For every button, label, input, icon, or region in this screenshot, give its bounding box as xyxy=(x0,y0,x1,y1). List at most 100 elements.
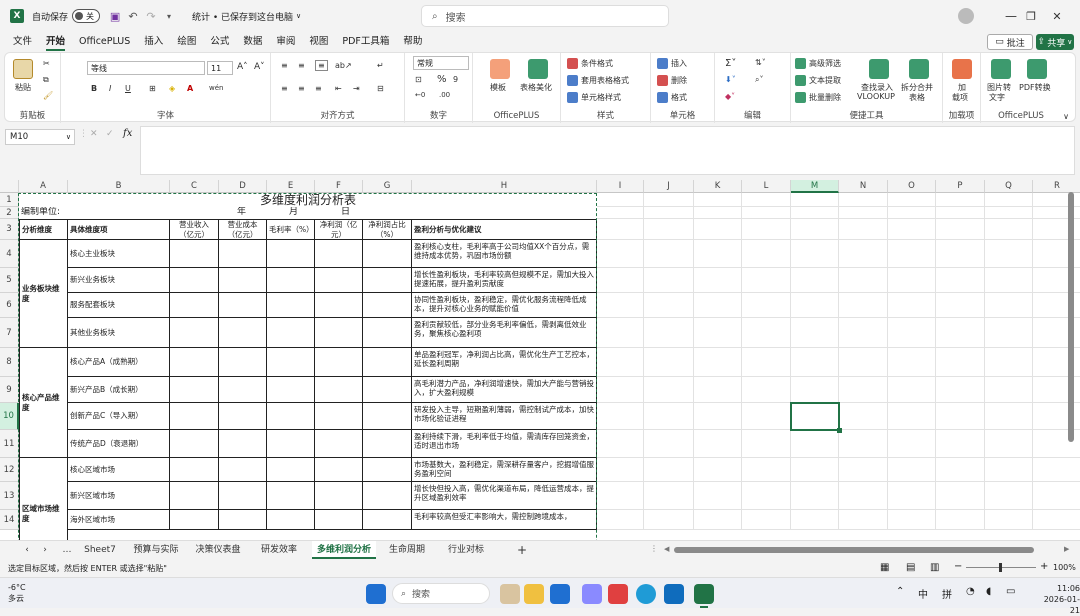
sheet-tab-5[interactable]: 生命周期 xyxy=(384,541,430,559)
value-cell-2-1-2[interactable] xyxy=(170,482,219,510)
tray-chevron-icon[interactable]: ⌃ xyxy=(896,586,904,597)
row-header-4[interactable]: 4 xyxy=(0,240,19,268)
page-break-icon[interactable]: ▥ xyxy=(930,562,939,573)
suggestion-2-1[interactable]: 增长快但投入高，需优化渠道布局，降低运营成本，提升区域盈利效率 xyxy=(412,482,597,510)
column-header-K[interactable]: K xyxy=(694,180,742,193)
cell-L9[interactable] xyxy=(742,377,791,403)
cell-R12[interactable] xyxy=(1033,458,1080,482)
zoom-slider-handle[interactable] xyxy=(999,563,1002,572)
value-cell-0-2-5[interactable] xyxy=(315,293,363,318)
value-cell-0-1-3[interactable] xyxy=(219,268,267,293)
value-cell-0-3-2[interactable] xyxy=(170,318,219,348)
cell-L8[interactable] xyxy=(742,348,791,377)
cell-N5[interactable] xyxy=(839,268,888,293)
decrease-decimal-icon[interactable]: .00 xyxy=(439,91,450,99)
suggestion-1-1[interactable]: 高毛利潜力产品，净利润增速快，需加大产能与营销投入，扩大盈利规模 xyxy=(412,377,597,403)
align-right-icon[interactable]: ≡ xyxy=(315,84,322,93)
split-merge-icon[interactable] xyxy=(909,59,929,79)
cell-P6[interactable] xyxy=(936,293,985,318)
value-cell-0-1-5[interactable] xyxy=(315,268,363,293)
menu-9[interactable]: PDF工具箱 xyxy=(335,32,396,52)
value-cell-2-0-3[interactable] xyxy=(219,458,267,482)
cell-K11[interactable] xyxy=(694,430,742,458)
table-beautify-icon[interactable] xyxy=(528,59,548,79)
cell-Q8[interactable] xyxy=(985,348,1033,377)
value-cell-1-3-6[interactable] xyxy=(363,430,412,458)
value-cell-0-3-6[interactable] xyxy=(363,318,412,348)
cell-L14[interactable] xyxy=(742,510,791,530)
paste-icon[interactable] xyxy=(13,59,33,79)
row-header-12[interactable]: 12 xyxy=(0,458,19,482)
cell-K12[interactable] xyxy=(694,458,742,482)
cell-O8[interactable] xyxy=(888,348,936,377)
tabs-splitter-icon[interactable]: ⋮ xyxy=(650,544,658,553)
currency-icon[interactable]: ⊡ xyxy=(415,75,422,84)
cell-L11[interactable] xyxy=(742,430,791,458)
value-cell-1-1-5[interactable] xyxy=(315,377,363,403)
cell-J7[interactable] xyxy=(644,318,694,348)
sheet-tab-4[interactable]: 多维利润分析 xyxy=(312,541,376,559)
cell-J4[interactable] xyxy=(644,240,694,268)
align-middle-icon[interactable]: ≡ xyxy=(298,61,305,70)
cell-I12[interactable] xyxy=(597,458,644,482)
cell-K4[interactable] xyxy=(694,240,742,268)
cell-P9[interactable] xyxy=(936,377,985,403)
group-1[interactable]: 核心产品维度 xyxy=(19,348,68,458)
dimension-item-0-2[interactable]: 服务配套板块 xyxy=(68,293,170,318)
cell-L1[interactable] xyxy=(742,193,791,207)
cell-R14[interactable] xyxy=(1033,510,1080,530)
cell-P4[interactable] xyxy=(936,240,985,268)
outlook-icon[interactable] xyxy=(664,584,684,604)
cell-I3[interactable] xyxy=(597,219,644,240)
image-to-text-icon[interactable] xyxy=(991,59,1011,79)
cell-L5[interactable] xyxy=(742,268,791,293)
cell-Q13[interactable] xyxy=(985,482,1033,510)
value-cell-2-0-2[interactable] xyxy=(170,458,219,482)
cell-I7[interactable] xyxy=(597,318,644,348)
clear-icon[interactable]: ◆˅ xyxy=(725,92,735,101)
cell-J1[interactable] xyxy=(644,193,694,207)
cut-icon[interactable]: ✂ xyxy=(43,59,50,68)
scroll-right-icon[interactable]: ▶ xyxy=(1064,545,1069,553)
value-cell-1-2-4[interactable] xyxy=(267,403,315,430)
column-header-E[interactable]: E xyxy=(267,180,315,193)
value-cell-1-0-2[interactable] xyxy=(170,348,219,377)
column-header-D[interactable]: D xyxy=(219,180,267,193)
value-cell-2-2-3[interactable] xyxy=(219,510,267,530)
value-cell-2-1-5[interactable] xyxy=(315,482,363,510)
column-header-M[interactable]: M xyxy=(791,180,839,193)
value-cell-2-0-4[interactable] xyxy=(267,458,315,482)
dimension-item-0-0[interactable]: 核心主业板块 xyxy=(68,240,170,268)
cell-P3[interactable] xyxy=(936,219,985,240)
suggestion-1-3[interactable]: 盈利持续下滑，毛利率低于均值，需清库存回笼资金，适时退出市场 xyxy=(412,430,597,458)
value-cell-0-2-4[interactable] xyxy=(267,293,315,318)
horizontal-scrollbar[interactable] xyxy=(674,547,1034,553)
cell-N4[interactable] xyxy=(839,240,888,268)
customize-quick-access-icon[interactable]: ▾ xyxy=(160,7,178,25)
cell-K7[interactable] xyxy=(694,318,742,348)
copy-icon[interactable]: ⧉ xyxy=(43,75,49,85)
app2-icon[interactable] xyxy=(608,584,628,604)
column-header-O[interactable]: O xyxy=(888,180,936,193)
row-header-13[interactable]: 13 xyxy=(0,482,19,510)
ime-mode[interactable]: 中 xyxy=(918,586,928,601)
value-cell-0-2-2[interactable] xyxy=(170,293,219,318)
cell-I10[interactable] xyxy=(597,403,644,430)
cell-M13[interactable] xyxy=(791,482,839,510)
name-box[interactable]: M10 ∨ xyxy=(5,129,75,145)
fill-handle[interactable] xyxy=(837,428,842,433)
cell-O4[interactable] xyxy=(888,240,936,268)
value-cell-2-2-6[interactable] xyxy=(363,510,412,530)
value-cell-0-1-6[interactable] xyxy=(363,268,412,293)
cell-K6[interactable] xyxy=(694,293,742,318)
app-icon[interactable] xyxy=(582,584,602,604)
value-cell-1-3-4[interactable] xyxy=(267,430,315,458)
row-header-1[interactable]: 1 xyxy=(0,193,19,207)
cell-N12[interactable] xyxy=(839,458,888,482)
sheet-tab-2[interactable]: 决策仪表盘 xyxy=(190,541,246,559)
advanced-filter-button[interactable]: 高级筛选 xyxy=(795,58,841,69)
cell-J8[interactable] xyxy=(644,348,694,377)
cell-Q3[interactable] xyxy=(985,219,1033,240)
dimension-item-0-1[interactable]: 新兴业务板块 xyxy=(68,268,170,293)
value-cell-2-1-6[interactable] xyxy=(363,482,412,510)
